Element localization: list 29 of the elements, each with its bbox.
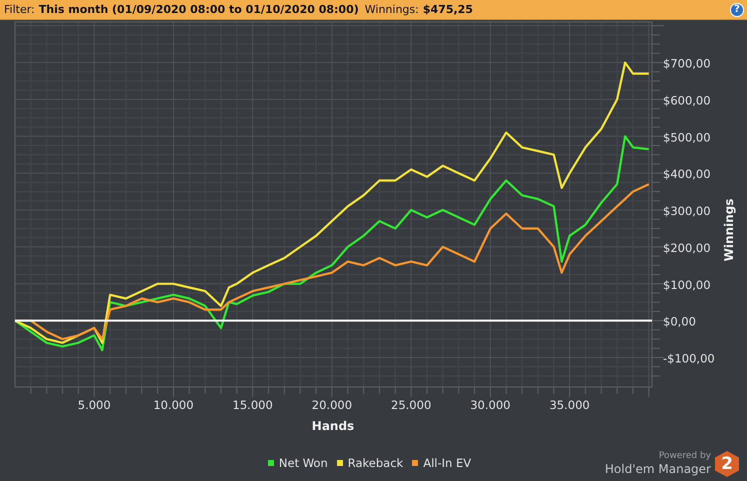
legend-label: Rakeback — [348, 456, 404, 470]
y-tick-label: $100,00 — [663, 278, 711, 292]
x-axis-title: Hands — [312, 419, 354, 433]
legend-label: Net Won — [278, 456, 328, 470]
legend-label: All-In EV — [423, 456, 472, 470]
x-tick-label: 25.000 — [391, 398, 432, 412]
filter-value: This month (01/09/2020 08:00 to 01/10/2020 08:00) — [38, 3, 359, 16]
powered-by-caption: Powered by — [658, 451, 711, 462]
filter-value: $475,25 — [422, 3, 473, 16]
y-tick-label: -$100,00 — [663, 352, 715, 366]
x-tick-label: 35.000 — [549, 398, 590, 412]
y-tick-label: $600,00 — [663, 93, 711, 108]
y-axis-title: Winnings — [722, 198, 736, 262]
y-tick-label: $400,00 — [663, 167, 711, 182]
y-tick-label: $700,00 — [663, 56, 711, 71]
x-tick-label: 30.000 — [470, 398, 510, 412]
y-tick-label: $200,00 — [663, 240, 711, 255]
y-tick-label: $300,00 — [663, 204, 711, 218]
y-tick-label: $500,00 — [663, 130, 711, 144]
x-tick-label: 5.000 — [78, 398, 111, 412]
brand-name: Hold'em Manager — [604, 462, 711, 477]
logo-mark: 2 — [715, 451, 739, 477]
x-tick-label: 15.000 — [232, 398, 273, 412]
filter-label: Filter: — [4, 3, 35, 16]
x-tick-label: 20.000 — [312, 398, 352, 412]
help-icon[interactable]: ? — [730, 2, 744, 16]
filter-label: Winnings: — [364, 3, 419, 16]
y-tick-label: $0,00 — [663, 314, 696, 329]
x-tick-label: 10.000 — [153, 398, 194, 412]
